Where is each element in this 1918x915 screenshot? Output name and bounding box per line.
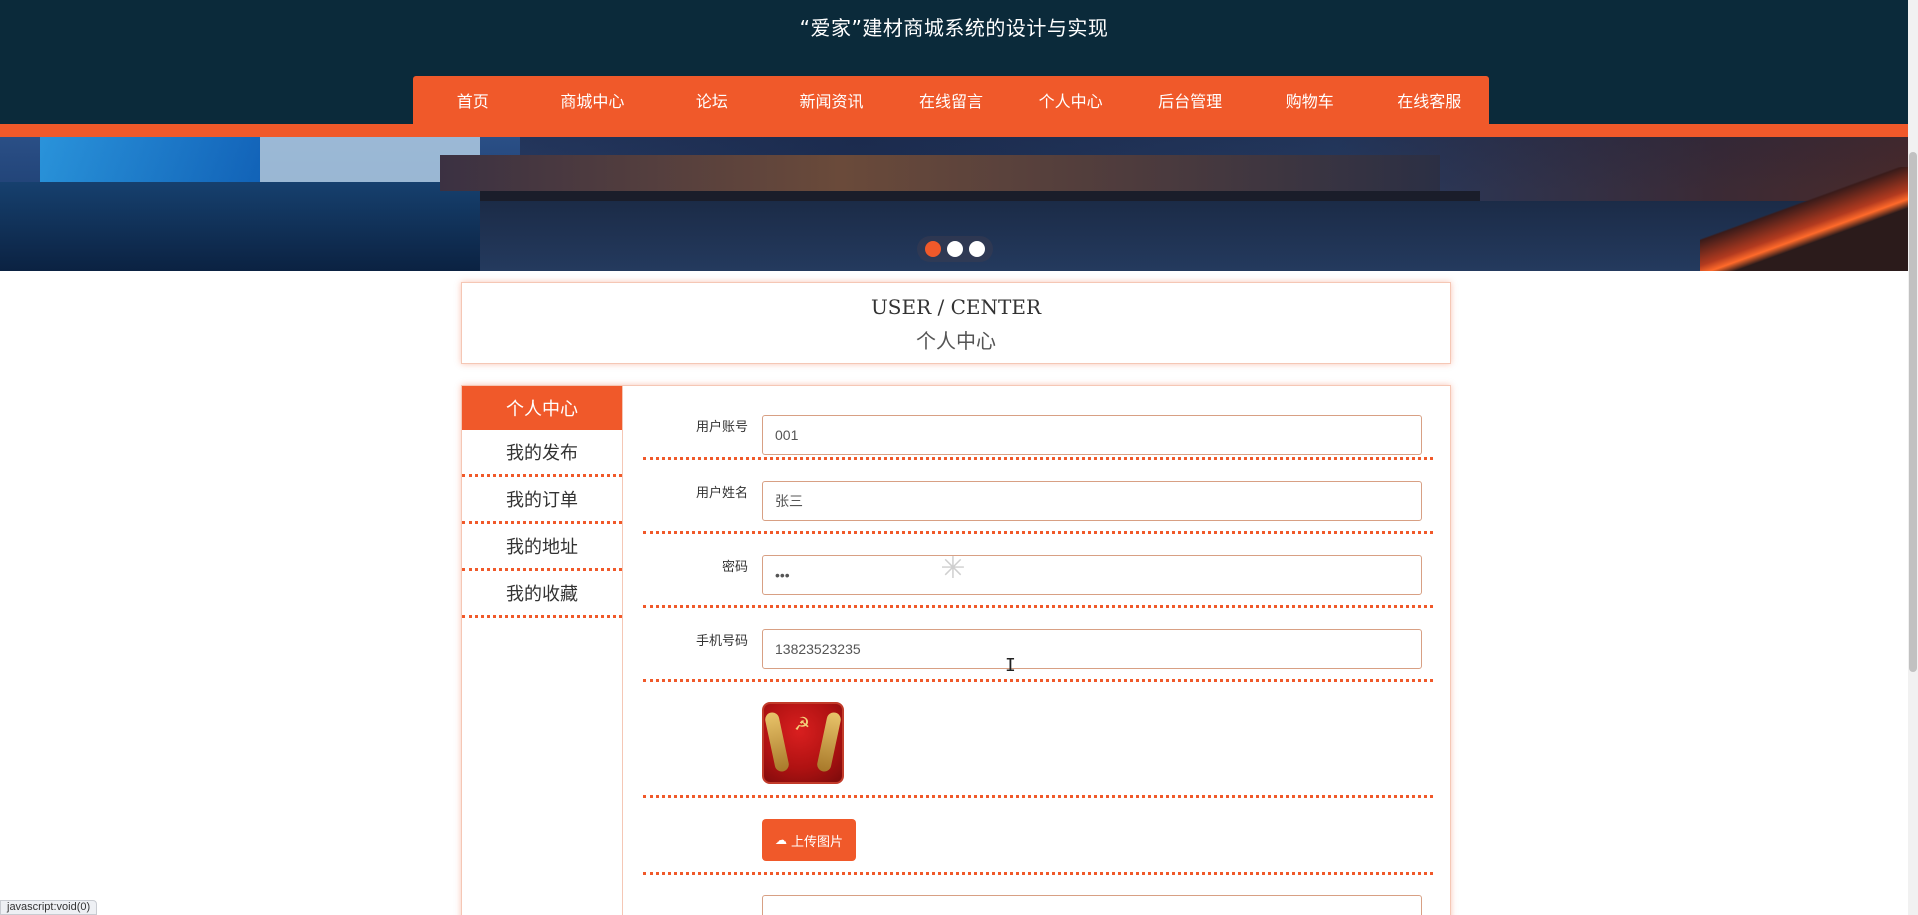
- site-title: “爱家”建材商城系统的设计与实现: [799, 16, 1109, 40]
- section-title-box: USER / CENTER 个人中心: [461, 282, 1451, 364]
- avatar-image: ☭: [762, 702, 844, 784]
- phone-label: 手机号码: [695, 634, 748, 649]
- sidebar-item-my-orders[interactable]: 我的订单: [462, 477, 622, 524]
- nav-item-message[interactable]: 在线留言: [891, 76, 1011, 124]
- carousel-dot-1[interactable]: [925, 241, 941, 257]
- sidebar-item-user-center[interactable]: 个人中心: [462, 386, 622, 430]
- nav-item-admin[interactable]: 后台管理: [1130, 76, 1250, 124]
- form-row-name: 用户姓名 张三: [643, 460, 1433, 534]
- nav-item-home[interactable]: 首页: [413, 76, 533, 124]
- phone-input[interactable]: 13823523235: [762, 629, 1422, 669]
- form-row-account: 用户账号 001: [643, 386, 1433, 460]
- account-label: 用户账号: [695, 420, 748, 435]
- banner-image-part: [40, 137, 260, 182]
- upload-button-label: 上传图片: [790, 834, 843, 850]
- nav-item-news[interactable]: 新闻资讯: [772, 76, 892, 124]
- next-input[interactable]: [762, 895, 1422, 915]
- header-accent-band: [0, 124, 1908, 137]
- carousel-indicators: [917, 236, 993, 262]
- name-input[interactable]: 张三: [762, 481, 1422, 521]
- carousel-dot-2[interactable]: [947, 241, 963, 257]
- page-scrollbar[interactable]: [1908, 0, 1918, 915]
- sidebar-item-my-favorites[interactable]: 我的收藏: [462, 571, 622, 618]
- form-row-phone: 手机号码 13823523235: [643, 608, 1433, 682]
- profile-form: 用户账号 001 用户姓名 张三 密码 ••• 手机号码 13823523235…: [643, 386, 1433, 915]
- upload-image-button[interactable]: ☁ 上传图片: [762, 819, 856, 861]
- section-title-zh: 个人中心: [916, 329, 996, 353]
- sidebar-item-my-address[interactable]: 我的地址: [462, 524, 622, 571]
- nav-item-user-center[interactable]: 个人中心: [1011, 76, 1131, 124]
- scrollbar-thumb[interactable]: [1909, 152, 1917, 672]
- banner-image-part: [480, 191, 1480, 201]
- form-row-avatar: ☭: [643, 682, 1433, 798]
- name-label: 用户姓名: [695, 486, 748, 501]
- emblem-icon: ☭: [794, 714, 811, 735]
- user-sidebar: 个人中心 我的发布 我的订单 我的地址 我的收藏: [462, 386, 623, 915]
- account-input[interactable]: 001: [762, 415, 1422, 455]
- banner-image-part: [480, 201, 1908, 271]
- browser-status-bar: javascript:void(0): [0, 900, 98, 915]
- cloud-upload-icon: ☁: [774, 833, 787, 847]
- form-row-next: [643, 875, 1433, 915]
- sidebar-item-my-posts[interactable]: 我的发布: [462, 430, 622, 477]
- form-row-upload: ☁ 上传图片: [643, 798, 1433, 875]
- text-cursor-icon: I: [1005, 655, 1016, 676]
- avatar-decoration: [815, 711, 842, 773]
- nav-item-mall[interactable]: 商城中心: [533, 76, 653, 124]
- banner-image-part: [0, 182, 480, 271]
- nav-item-service[interactable]: 在线客服: [1370, 76, 1490, 124]
- section-title-en: USER / CENTER: [870, 295, 1042, 319]
- nav-item-forum[interactable]: 论坛: [652, 76, 772, 124]
- main-nav: 首页 商城中心 论坛 新闻资讯 在线留言 个人中心 后台管理 购物车 在线客服: [413, 76, 1489, 124]
- password-input[interactable]: •••: [762, 555, 1422, 595]
- password-label: 密码: [721, 560, 748, 575]
- form-row-password: 密码 •••: [643, 534, 1433, 608]
- banner-image-part: [1700, 167, 1908, 271]
- carousel-dot-3[interactable]: [969, 241, 985, 257]
- banner-image-part: [440, 155, 1440, 191]
- nav-item-cart[interactable]: 购物车: [1250, 76, 1370, 124]
- loading-spinner-icon: ✳: [940, 551, 966, 586]
- user-center-panel: 个人中心 我的发布 我的订单 我的地址 我的收藏 用户账号 001 用户姓名 张…: [461, 385, 1451, 915]
- avatar-decoration: [764, 711, 791, 773]
